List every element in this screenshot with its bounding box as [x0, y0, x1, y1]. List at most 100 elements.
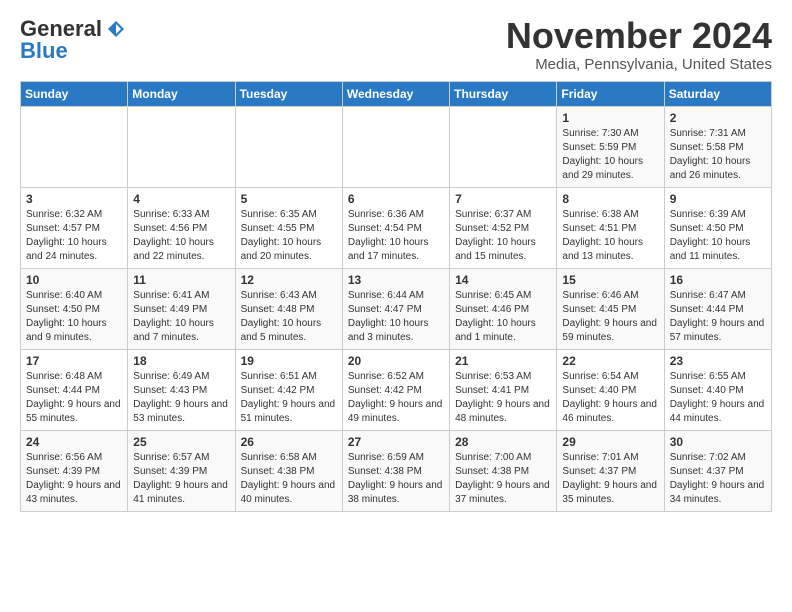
calendar-cell: 1 Sunrise: 7:30 AM Sunset: 5:59 PM Daylig…: [557, 106, 664, 187]
day-number: 17: [26, 354, 122, 368]
calendar-cell: 7Sunrise: 6:37 AM Sunset: 4:52 PM Daylig…: [450, 187, 557, 268]
calendar-cell: 22 Sunrise: 6:54 AM Sunset: 4:40 PM Dayli…: [557, 349, 664, 430]
week-row-1: 1 Sunrise: 7:30 AM Sunset: 5:59 PM Daylig…: [21, 106, 772, 187]
weekday-header-wednesday: Wednesday: [342, 81, 449, 106]
calendar-cell: 30 Sunrise: 7:02 AM Sunset: 4:37 PM Dayli…: [664, 430, 771, 511]
day-number: 22: [562, 354, 658, 368]
cell-info: Sunrise: 6:37 AM Sunset: 4:52 PM Dayligh…: [455, 208, 551, 264]
calendar-cell: 24 Sunrise: 6:56 AM Sunset: 4:39 PM Dayli…: [21, 430, 128, 511]
cell-info: Sunrise: 6:38 AM Sunset: 4:51 PM Dayligh…: [562, 208, 658, 264]
calendar-cell: [128, 106, 235, 187]
day-number: 15: [562, 273, 658, 287]
cell-info: Sunrise: 6:47 AM Sunset: 4:44 PM Dayligh…: [670, 289, 766, 345]
calendar-cell: 5 Sunrise: 6:35 AM Sunset: 4:55 PM Daylig…: [235, 187, 342, 268]
cell-info: Sunrise: 6:41 AM Sunset: 4:49 PM Dayligh…: [133, 289, 229, 345]
calendar-cell: [342, 106, 449, 187]
cell-info: Sunrise: 6:39 AM Sunset: 4:50 PM Dayligh…: [670, 208, 766, 264]
day-number: 27: [348, 435, 444, 449]
day-number: 6: [348, 192, 444, 206]
cell-info: Sunrise: 6:59 AM Sunset: 4:38 PM Dayligh…: [348, 451, 444, 507]
cell-info: Sunrise: 6:53 AM Sunset: 4:41 PM Dayligh…: [455, 370, 551, 426]
logo: General Blue: [20, 16, 126, 64]
cell-info: Sunrise: 6:45 AM Sunset: 4:46 PM Dayligh…: [455, 289, 551, 345]
cell-info: Sunrise: 6:32 AM Sunset: 4:57 PM Dayligh…: [26, 208, 122, 264]
calendar-cell: [235, 106, 342, 187]
day-number: 5: [241, 192, 337, 206]
month-title: November 2024: [506, 16, 772, 56]
calendar-cell: 18 Sunrise: 6:49 AM Sunset: 4:43 PM Dayli…: [128, 349, 235, 430]
weekday-header-tuesday: Tuesday: [235, 81, 342, 106]
day-number: 10: [26, 273, 122, 287]
cell-info: Sunrise: 6:55 AM Sunset: 4:40 PM Dayligh…: [670, 370, 766, 426]
day-number: 14: [455, 273, 551, 287]
day-number: 28: [455, 435, 551, 449]
week-row-4: 17 Sunrise: 6:48 AM Sunset: 4:44 PM Dayli…: [21, 349, 772, 430]
calendar-cell: 23 Sunrise: 6:55 AM Sunset: 4:40 PM Dayli…: [664, 349, 771, 430]
cell-info: Sunrise: 6:52 AM Sunset: 4:42 PM Dayligh…: [348, 370, 444, 426]
cell-info: Sunrise: 6:57 AM Sunset: 4:39 PM Dayligh…: [133, 451, 229, 507]
calendar-cell: 12 Sunrise: 6:43 AM Sunset: 4:48 PM Dayli…: [235, 268, 342, 349]
title-area: November 2024 Media, Pennsylvania, Unite…: [506, 16, 772, 73]
cell-info: Sunrise: 6:33 AM Sunset: 4:56 PM Dayligh…: [133, 208, 229, 264]
day-number: 13: [348, 273, 444, 287]
logo-icon: [106, 19, 126, 39]
calendar-cell: 11 Sunrise: 6:41 AM Sunset: 4:49 PM Dayli…: [128, 268, 235, 349]
cell-info: Sunrise: 7:02 AM Sunset: 4:37 PM Dayligh…: [670, 451, 766, 507]
day-number: 11: [133, 273, 229, 287]
calendar-cell: 6Sunrise: 6:36 AM Sunset: 4:54 PM Daylig…: [342, 187, 449, 268]
weekday-header-thursday: Thursday: [450, 81, 557, 106]
cell-info: Sunrise: 6:51 AM Sunset: 4:42 PM Dayligh…: [241, 370, 337, 426]
calendar-cell: 3 Sunrise: 6:32 AM Sunset: 4:57 PM Daylig…: [21, 187, 128, 268]
day-number: 8: [562, 192, 658, 206]
calendar-cell: 14 Sunrise: 6:45 AM Sunset: 4:46 PM Dayli…: [450, 268, 557, 349]
calendar-cell: 21Sunrise: 6:53 AM Sunset: 4:41 PM Dayli…: [450, 349, 557, 430]
calendar-cell: 28 Sunrise: 7:00 AM Sunset: 4:38 PM Dayli…: [450, 430, 557, 511]
day-number: 18: [133, 354, 229, 368]
calendar-cell: [21, 106, 128, 187]
day-number: 9: [670, 192, 766, 206]
weekday-header-monday: Monday: [128, 81, 235, 106]
calendar-cell: 26Sunrise: 6:58 AM Sunset: 4:38 PM Dayli…: [235, 430, 342, 511]
day-number: 12: [241, 273, 337, 287]
calendar-cell: 13Sunrise: 6:44 AM Sunset: 4:47 PM Dayli…: [342, 268, 449, 349]
header: General Blue November 2024 Media, Pennsy…: [20, 16, 772, 73]
cell-info: Sunrise: 6:43 AM Sunset: 4:48 PM Dayligh…: [241, 289, 337, 345]
cell-info: Sunrise: 7:31 AM Sunset: 5:58 PM Dayligh…: [670, 127, 766, 183]
cell-info: Sunrise: 6:46 AM Sunset: 4:45 PM Dayligh…: [562, 289, 658, 345]
day-number: 25: [133, 435, 229, 449]
day-number: 20: [348, 354, 444, 368]
cell-info: Sunrise: 6:56 AM Sunset: 4:39 PM Dayligh…: [26, 451, 122, 507]
calendar-cell: 9 Sunrise: 6:39 AM Sunset: 4:50 PM Daylig…: [664, 187, 771, 268]
calendar-cell: 4 Sunrise: 6:33 AM Sunset: 4:56 PM Daylig…: [128, 187, 235, 268]
cell-info: Sunrise: 7:00 AM Sunset: 4:38 PM Dayligh…: [455, 451, 551, 507]
cell-info: Sunrise: 6:35 AM Sunset: 4:55 PM Dayligh…: [241, 208, 337, 264]
day-number: 23: [670, 354, 766, 368]
day-number: 1: [562, 111, 658, 125]
day-number: 2: [670, 111, 766, 125]
day-number: 30: [670, 435, 766, 449]
day-number: 3: [26, 192, 122, 206]
cell-info: Sunrise: 6:49 AM Sunset: 4:43 PM Dayligh…: [133, 370, 229, 426]
location: Media, Pennsylvania, United States: [506, 56, 772, 73]
calendar-table: SundayMondayTuesdayWednesdayThursdayFrid…: [20, 81, 772, 512]
calendar-cell: 16 Sunrise: 6:47 AM Sunset: 4:44 PM Dayli…: [664, 268, 771, 349]
weekday-header-friday: Friday: [557, 81, 664, 106]
calendar-cell: 29Sunrise: 7:01 AM Sunset: 4:37 PM Dayli…: [557, 430, 664, 511]
day-number: 4: [133, 192, 229, 206]
cell-info: Sunrise: 6:40 AM Sunset: 4:50 PM Dayligh…: [26, 289, 122, 345]
calendar-cell: 20 Sunrise: 6:52 AM Sunset: 4:42 PM Dayli…: [342, 349, 449, 430]
cell-info: Sunrise: 6:48 AM Sunset: 4:44 PM Dayligh…: [26, 370, 122, 426]
cell-info: Sunrise: 7:30 AM Sunset: 5:59 PM Dayligh…: [562, 127, 658, 183]
day-number: 24: [26, 435, 122, 449]
weekday-header-sunday: Sunday: [21, 81, 128, 106]
calendar-cell: 10 Sunrise: 6:40 AM Sunset: 4:50 PM Dayli…: [21, 268, 128, 349]
cell-info: Sunrise: 6:54 AM Sunset: 4:40 PM Dayligh…: [562, 370, 658, 426]
weekday-header-saturday: Saturday: [664, 81, 771, 106]
calendar-cell: 17 Sunrise: 6:48 AM Sunset: 4:44 PM Dayli…: [21, 349, 128, 430]
week-row-2: 3 Sunrise: 6:32 AM Sunset: 4:57 PM Daylig…: [21, 187, 772, 268]
cell-info: Sunrise: 6:58 AM Sunset: 4:38 PM Dayligh…: [241, 451, 337, 507]
day-number: 16: [670, 273, 766, 287]
calendar-cell: 8 Sunrise: 6:38 AM Sunset: 4:51 PM Daylig…: [557, 187, 664, 268]
day-number: 29: [562, 435, 658, 449]
week-row-5: 24 Sunrise: 6:56 AM Sunset: 4:39 PM Dayli…: [21, 430, 772, 511]
